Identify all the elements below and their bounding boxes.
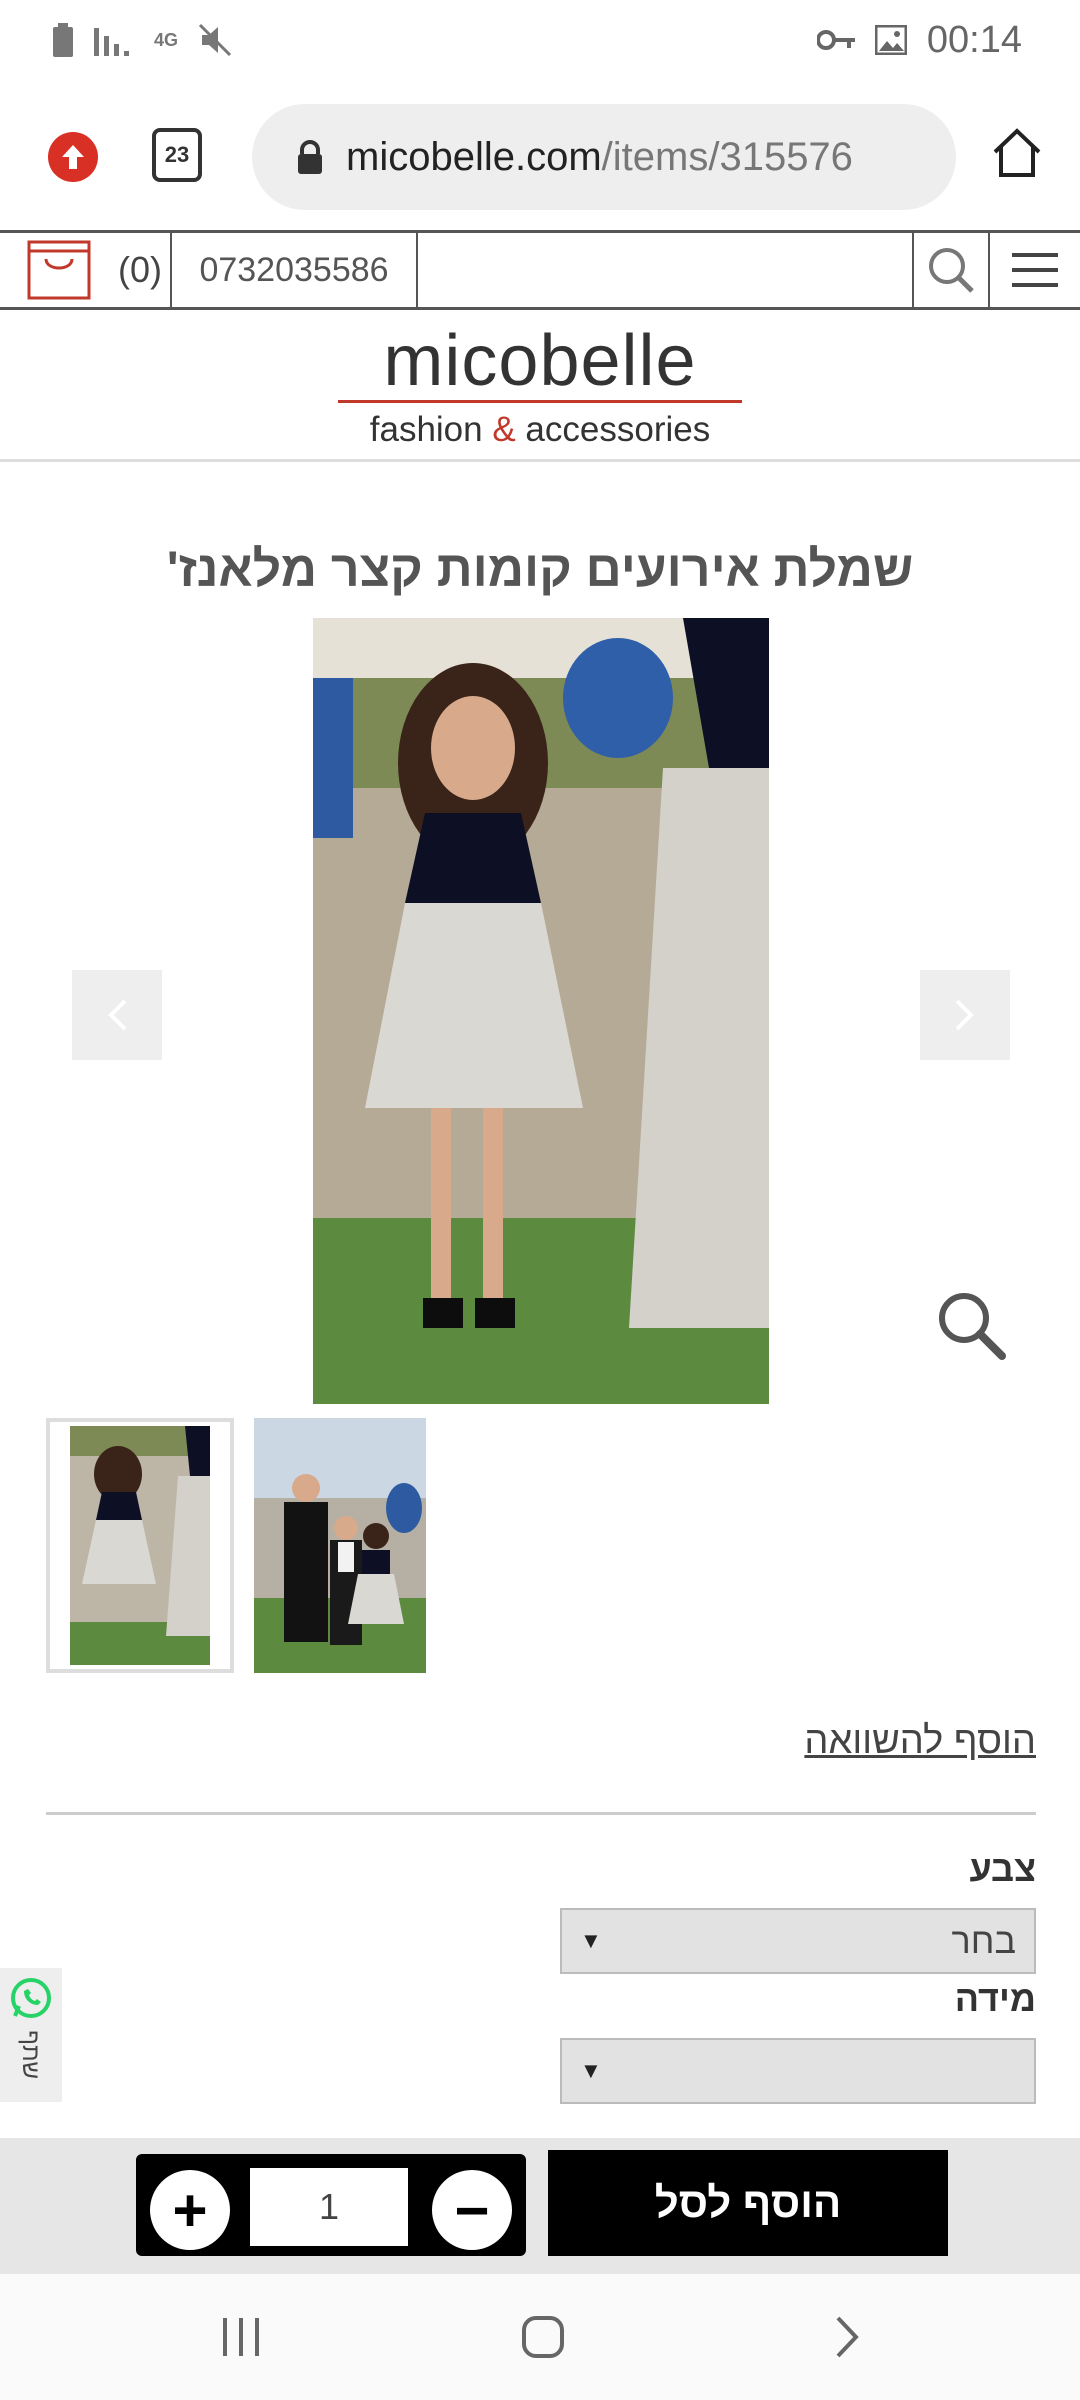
lock-icon [298,140,322,174]
tagline-part1: fashion [369,410,493,449]
product-title: שמלת אירועים קומות קצר מלאנז' [166,541,914,597]
size-select[interactable]: ▼ [560,2038,1036,2104]
size-label: מידה [954,1978,1036,2019]
logo-wordmark[interactable]: micobelle [340,320,740,402]
thumbnail-2[interactable] [254,1418,426,1673]
thumbnail-1[interactable] [46,1418,234,1673]
network-type: 4G [154,29,179,50]
mute-icon [198,23,232,57]
status-icons-left: 4G [52,20,232,60]
chevron-right-icon [955,999,974,1031]
gallery-next-button[interactable] [920,970,1010,1060]
upload-icon[interactable] [48,132,98,182]
image-icon [874,25,907,55]
address-bar[interactable]: micobelle.com/items/315576 [252,104,956,210]
site-header-bar: (0) 0732035586 [0,230,1080,310]
add-to-compare-link[interactable]: הוסף להשוואה [700,1720,1036,1763]
back-icon[interactable] [822,2312,872,2362]
chevron-left-icon [108,999,127,1031]
home-icon[interactable] [990,126,1044,180]
dropdown-arrow-icon: ▼ [580,2058,602,2083]
cart-count: (0) [118,249,162,290]
hamburger-menu-icon [1012,253,1058,287]
phone-number[interactable]: 0732035586 [172,233,416,307]
magnifier-icon [939,1293,1006,1360]
product-main-image[interactable] [313,618,769,1404]
quantity-input[interactable] [250,2168,408,2246]
signal-icon [94,28,129,56]
quantity-decrease-button[interactable]: − [432,2170,512,2250]
color-select-value: בחר [951,1920,1016,1961]
color-label: צבע [969,1848,1037,1889]
url-text: micobelle.com/items/315576 [346,135,853,180]
zoom-button[interactable] [934,1288,1008,1362]
tab-count: 23 [164,142,190,167]
whatsapp-icon [11,1978,51,2018]
add-to-cart-button[interactable]: הוסף לסל [548,2150,948,2256]
color-select[interactable]: בחר ▼ [560,1908,1036,1974]
search-button[interactable] [914,233,988,307]
dropdown-arrow-icon: ▼ [580,1928,602,1953]
shopping-bag-icon [27,240,91,300]
clock: 00:14 [926,18,1022,61]
gallery-prev-button[interactable] [72,970,162,1060]
tabs-button[interactable]: 23 [152,128,202,182]
logo-underline [338,400,742,403]
battery-icon [53,23,73,57]
key-icon [816,30,855,50]
url-path: /items/315576 [601,134,853,179]
share-tab[interactable]: שתף [0,1968,62,2102]
home-nav-icon[interactable] [518,2312,568,2362]
cart-button[interactable] [24,233,94,307]
menu-button[interactable] [990,233,1080,307]
tagline-part2: accessories [515,410,711,449]
search-icon [929,248,974,293]
quantity-increase-button[interactable]: + [150,2170,230,2250]
search-input[interactable] [420,235,910,305]
share-label: שתף [17,2030,44,2080]
divider [46,1812,1036,1815]
recents-icon[interactable] [216,2312,266,2362]
tagline-amp: & [492,410,516,449]
logo-tagline: fashion & accessories [340,410,740,450]
status-icons-right: 00:14 [816,16,1022,64]
url-domain: micobelle.com [346,134,602,179]
